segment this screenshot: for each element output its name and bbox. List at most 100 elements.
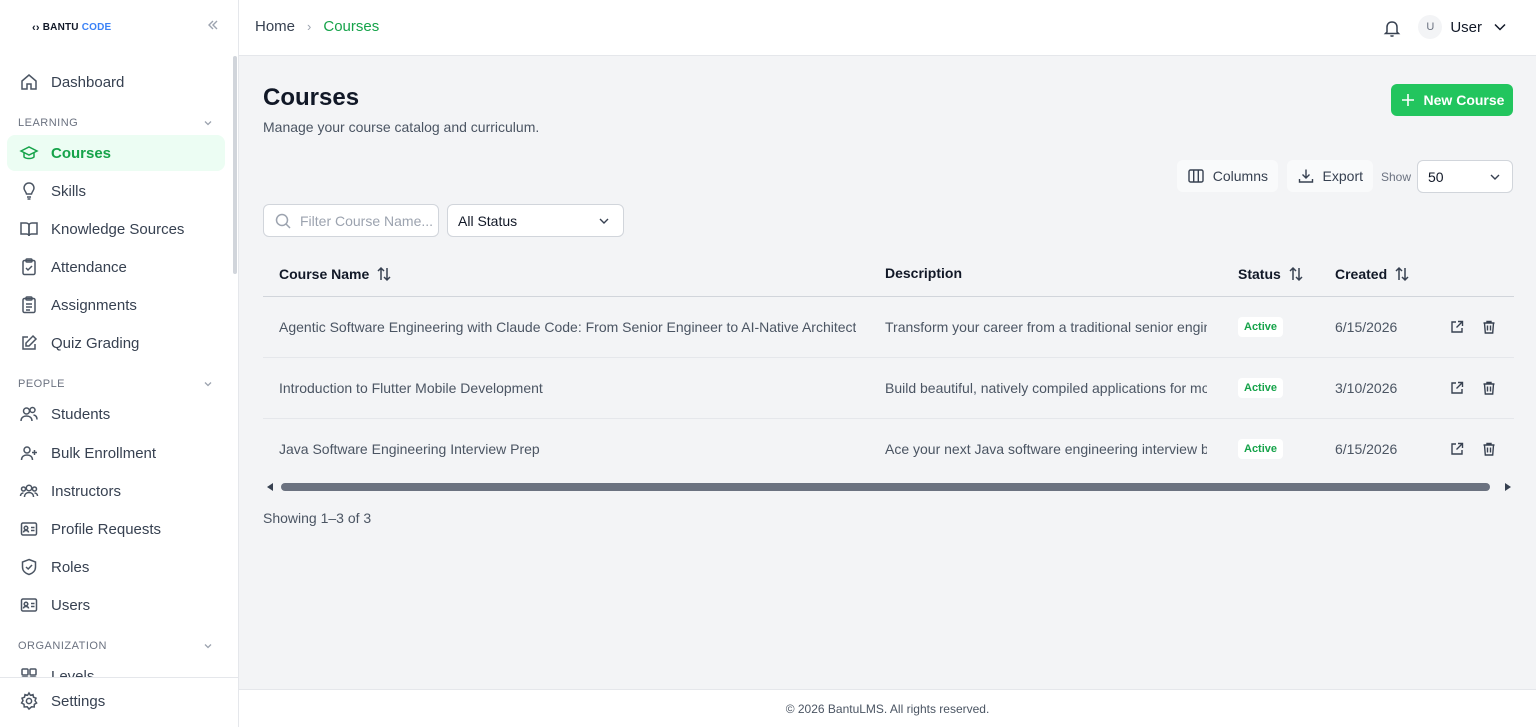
sidebar-item-courses[interactable]: Courses bbox=[7, 135, 225, 171]
trash-icon[interactable] bbox=[1480, 440, 1498, 458]
sidebar-item-instructors[interactable]: Instructors bbox=[7, 473, 225, 509]
sidebar-item-label: Profile Requests bbox=[51, 520, 162, 538]
users-icon bbox=[19, 404, 39, 424]
search-icon bbox=[274, 212, 292, 230]
scrollbar-thumb[interactable] bbox=[281, 483, 1490, 491]
gear-icon bbox=[19, 691, 39, 711]
breadcrumb-home-link[interactable]: Home bbox=[255, 18, 295, 35]
section-people[interactable]: PEOPLE bbox=[18, 376, 214, 392]
course-name-cell[interactable]: Agentic Software Engineering with Claude… bbox=[279, 319, 856, 335]
export-button[interactable]: Export bbox=[1286, 160, 1373, 192]
sidebar-item-bulk-enrollment[interactable]: Bulk Enrollment bbox=[7, 435, 225, 471]
status-filter-select[interactable]: All Status bbox=[447, 204, 624, 237]
pencil-square-icon bbox=[19, 333, 39, 353]
column-header-label: Status bbox=[1238, 266, 1281, 282]
external-link-icon[interactable] bbox=[1448, 440, 1466, 458]
sidebar-item-levels[interactable]: Levels bbox=[7, 658, 225, 677]
column-header-course-name[interactable]: Course Name bbox=[279, 265, 393, 283]
external-link-icon[interactable] bbox=[1448, 318, 1466, 336]
section-organization[interactable]: ORGANIZATION bbox=[18, 638, 214, 654]
trash-icon[interactable] bbox=[1480, 379, 1498, 397]
sidebar-item-attendance[interactable]: Attendance bbox=[7, 249, 225, 285]
clipboard-list-icon bbox=[19, 295, 39, 315]
sidebar-item-label: Settings bbox=[51, 692, 106, 710]
description-cell: Transform your career from a traditional… bbox=[885, 319, 1207, 335]
sort-icon[interactable] bbox=[1393, 265, 1411, 283]
bell-icon[interactable] bbox=[1382, 18, 1402, 38]
page-footer: © 2026 BantuLMS. All rights reserved. bbox=[239, 689, 1536, 727]
table-row[interactable]: Java Software Engineering Interview Prep… bbox=[263, 419, 1514, 480]
brand-name-part1: BANTU bbox=[42, 22, 79, 33]
clipboard-check-icon bbox=[19, 257, 39, 277]
page-size-select[interactable]: 50 bbox=[1417, 160, 1513, 193]
grid-icon bbox=[19, 666, 39, 677]
external-link-icon[interactable] bbox=[1448, 379, 1466, 397]
sidebar-item-assignments[interactable]: Assignments bbox=[7, 287, 225, 323]
column-header-label: Created bbox=[1335, 266, 1388, 282]
brand-logo[interactable]: ‹› BANTU CODE bbox=[32, 22, 111, 34]
copyright-text: © 2026 BantuLMS. All rights reserved. bbox=[785, 701, 990, 716]
sidebar-item-label: Roles bbox=[51, 558, 90, 576]
table-row[interactable]: Introduction to Flutter Mobile Developme… bbox=[263, 358, 1514, 419]
description-cell: Ace your next Java software engineering … bbox=[885, 441, 1207, 457]
brand-name-part2: CODE bbox=[81, 22, 112, 33]
top-header: Home › Courses U User bbox=[239, 0, 1536, 56]
user-menu[interactable]: U User bbox=[1418, 15, 1508, 39]
column-header-label: Description bbox=[885, 265, 963, 281]
table-header: Course Name Description Status Created bbox=[263, 252, 1514, 297]
sidebar-item-profile-requests[interactable]: Profile Requests bbox=[7, 511, 225, 547]
status-badge: Active bbox=[1238, 378, 1284, 398]
sort-icon[interactable] bbox=[1287, 265, 1305, 283]
trash-icon[interactable] bbox=[1480, 318, 1498, 336]
page-title: Courses bbox=[263, 84, 360, 111]
courses-table: Course Name Description Status Created A… bbox=[263, 252, 1514, 480]
sidebar-item-label: Quiz Grading bbox=[51, 334, 140, 352]
course-name-cell[interactable]: Java Software Engineering Interview Prep bbox=[279, 441, 540, 457]
table-horizontal-scrollbar[interactable] bbox=[263, 480, 1514, 494]
column-header-created[interactable]: Created bbox=[1335, 265, 1411, 283]
sidebar-item-users[interactable]: Users bbox=[7, 587, 225, 623]
user-plus-icon bbox=[19, 443, 39, 463]
section-label: PEOPLE bbox=[18, 378, 66, 390]
scroll-left-arrow-icon[interactable] bbox=[267, 483, 273, 491]
avatar: U bbox=[1418, 15, 1443, 39]
page-size-value: 50 bbox=[1428, 168, 1444, 185]
collapse-sidebar-icon[interactable] bbox=[206, 17, 220, 33]
book-open-icon bbox=[19, 219, 39, 239]
column-header-description: Description bbox=[885, 265, 962, 281]
sidebar-item-quiz-grading[interactable]: Quiz Grading bbox=[7, 325, 225, 361]
sidebar-item-dashboard[interactable]: Dashboard bbox=[7, 64, 225, 100]
sidebar-footer: Settings bbox=[0, 677, 238, 727]
sidebar-item-knowledge-sources[interactable]: Knowledge Sources bbox=[7, 211, 225, 247]
sidebar-item-label: Attendance bbox=[51, 258, 127, 276]
sidebar-scrollbar[interactable] bbox=[233, 56, 237, 274]
users-group-icon bbox=[19, 481, 39, 501]
chevron-down-icon bbox=[1488, 170, 1502, 184]
export-label: Export bbox=[1322, 168, 1363, 184]
graduation-cap-icon bbox=[19, 143, 39, 163]
sidebar-item-students[interactable]: Students bbox=[7, 396, 225, 432]
sidebar-item-settings[interactable]: Settings bbox=[7, 683, 225, 719]
sidebar-item-label: Skills bbox=[51, 182, 87, 200]
sidebar-item-skills[interactable]: Skills bbox=[7, 173, 225, 209]
table-row[interactable]: Agentic Software Engineering with Claude… bbox=[263, 297, 1514, 358]
page-subtitle: Manage your course catalog and curriculu… bbox=[263, 119, 540, 135]
download-icon bbox=[1297, 167, 1315, 185]
columns-label: Columns bbox=[1212, 168, 1268, 184]
chevron-down-icon bbox=[597, 214, 611, 228]
column-header-status[interactable]: Status bbox=[1238, 265, 1305, 283]
section-learning[interactable]: LEARNING bbox=[18, 115, 214, 131]
brand: ‹› BANTU CODE bbox=[0, 0, 238, 55]
course-name-filter[interactable] bbox=[263, 204, 440, 237]
created-cell: 6/15/2026 bbox=[1335, 441, 1398, 457]
columns-icon bbox=[1187, 167, 1205, 185]
pagination-summary: Showing 1–3 of 3 bbox=[263, 510, 372, 526]
course-name-cell[interactable]: Introduction to Flutter Mobile Developme… bbox=[279, 380, 543, 396]
search-input[interactable] bbox=[300, 212, 440, 229]
shield-check-icon bbox=[19, 557, 39, 577]
columns-button[interactable]: Columns bbox=[1176, 160, 1278, 192]
new-course-button[interactable]: New Course bbox=[1391, 84, 1513, 116]
scroll-right-arrow-icon[interactable] bbox=[1505, 483, 1511, 491]
sidebar-item-roles[interactable]: Roles bbox=[7, 549, 225, 585]
sort-icon[interactable] bbox=[375, 265, 393, 283]
